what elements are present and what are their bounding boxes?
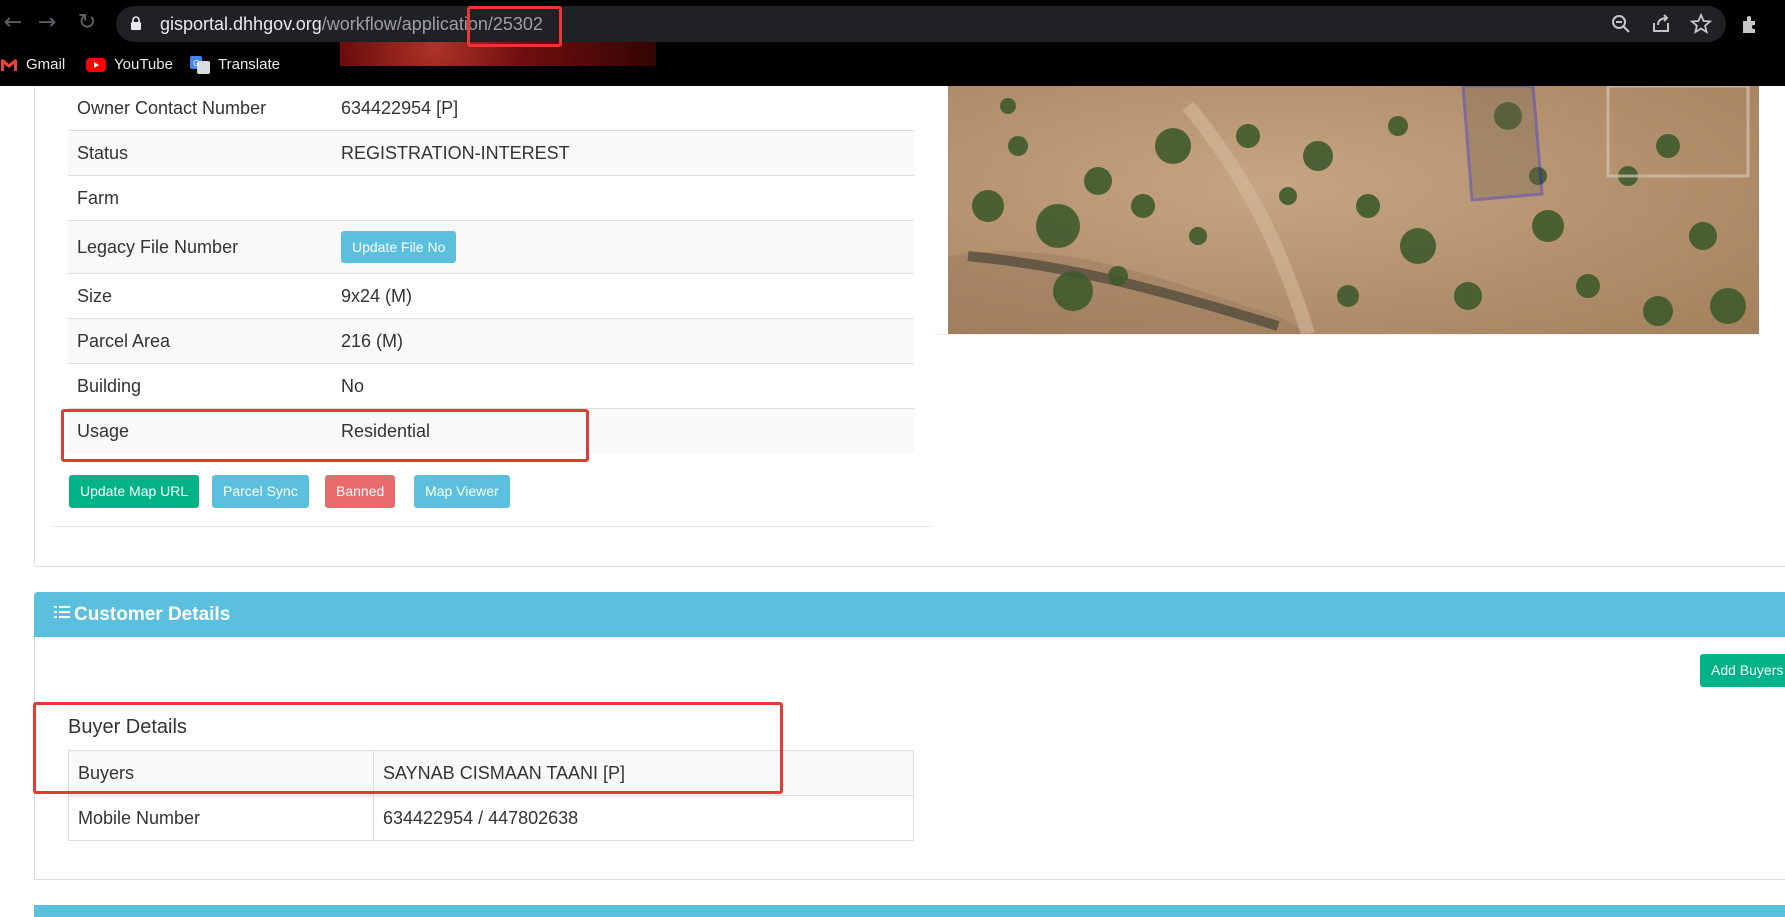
share-icon[interactable]: [1650, 13, 1672, 35]
row-value: Update File No: [332, 220, 914, 274]
row-value: SAYNAB CISMAAN TAANI [P]: [373, 750, 914, 796]
buyer-details-title: Buyer Details: [68, 716, 187, 738]
row-value: 9x24 (M): [332, 273, 914, 319]
row-label: Mobile Number: [68, 795, 374, 841]
table-row: Farm: [68, 175, 914, 221]
row-label: Parcel Area: [68, 318, 332, 364]
row-value: [332, 175, 914, 221]
table-row: Legacy File Number Update File No: [68, 220, 914, 274]
map-viewer-button[interactable]: Map Viewer: [414, 475, 510, 508]
row-label: Owner Contact Number: [68, 86, 332, 131]
section-title: Customer Details: [74, 604, 231, 625]
table-row: Usage Residential: [68, 408, 914, 453]
row-label: Size: [68, 273, 332, 319]
buyer-details-table: Buyers SAYNAB CISMAAN TAANI [P] Mobile N…: [68, 750, 914, 841]
row-label: Farm: [68, 175, 332, 221]
customer-details-header: Customer Details: [34, 592, 1785, 637]
svg-text:G: G: [193, 59, 199, 68]
bookmark-youtube[interactable]: YouTube: [86, 50, 173, 80]
bookmark-label: Translate: [218, 56, 280, 73]
aerial-map-drawing: [948, 86, 1759, 334]
address-bar[interactable]: gisportal.dhhgov.org/workflow/applicatio…: [116, 6, 1726, 42]
row-label: Usage: [68, 408, 332, 453]
update-file-no-button[interactable]: Update File No: [341, 231, 457, 263]
url-host: gisportal.dhhgov.org: [160, 14, 322, 34]
row-value: No: [332, 363, 914, 409]
row-value: 634422954 [P]: [332, 86, 914, 131]
update-map-url-button[interactable]: Update Map URL: [69, 475, 200, 508]
bookmark-gmail[interactable]: Gmail: [0, 50, 65, 80]
next-section-header: [34, 905, 1785, 917]
row-label: Building: [68, 363, 332, 409]
bookmark-label: YouTube: [114, 56, 173, 73]
table-row: Owner Contact Number 634422954 [P]: [68, 86, 914, 131]
table-row: Mobile Number 634422954 / 447802638: [68, 795, 914, 841]
row-label: Legacy File Number: [68, 220, 332, 274]
reload-icon[interactable]: ↻: [74, 10, 100, 36]
map-divider: [934, 334, 1760, 335]
add-buyers-button[interactable]: Add Buyers: [1700, 654, 1785, 687]
url-text[interactable]: gisportal.dhhgov.org/workflow/applicatio…: [160, 6, 543, 42]
back-arrow-icon[interactable]: ←: [0, 10, 26, 36]
list-icon: [54, 606, 70, 618]
url-path: /workflow/application/25302: [321, 14, 543, 34]
lock-icon: [131, 16, 141, 30]
table-row: Buyers SAYNAB CISMAAN TAANI [P]: [68, 750, 914, 796]
table-row: Status REGISTRATION-INTEREST: [68, 130, 914, 176]
table-row: Size 9x24 (M): [68, 273, 914, 319]
bookmark-label: Gmail: [26, 56, 66, 73]
row-value: 634422954 / 447802638: [373, 795, 914, 841]
row-label: Buyers: [68, 750, 374, 796]
forward-arrow-icon[interactable]: →: [34, 10, 60, 36]
row-value: Residential: [332, 408, 914, 453]
parcel-map-image[interactable]: [948, 86, 1759, 334]
table-row: Building No: [68, 363, 914, 409]
row-label: Status: [68, 130, 332, 176]
browser-chrome: ← → ↻ gisportal.dhhgov.org/workflow/appl…: [0, 0, 1785, 86]
extensions-puzzle-icon[interactable]: [1739, 12, 1763, 36]
bookmark-star-icon[interactable]: [1690, 13, 1712, 35]
zoom-out-icon[interactable]: [1610, 13, 1632, 35]
translate-icon: G: [190, 56, 210, 75]
row-value: REGISTRATION-INTEREST: [332, 130, 914, 176]
youtube-icon: [86, 58, 106, 73]
gmail-icon: [1, 59, 17, 72]
table-row: Parcel Area 216 (M): [68, 318, 914, 364]
bookmark-translate[interactable]: G Translate: [190, 50, 280, 80]
parcel-details-table: Owner Contact Number 634422954 [P] Statu…: [68, 86, 914, 453]
banned-button[interactable]: Banned: [325, 475, 396, 508]
row-value: 216 (M): [332, 318, 914, 364]
parcel-sync-button[interactable]: Parcel Sync: [212, 475, 309, 508]
bookmarks-bar: Gmail YouTube G Translate: [0, 50, 1785, 80]
